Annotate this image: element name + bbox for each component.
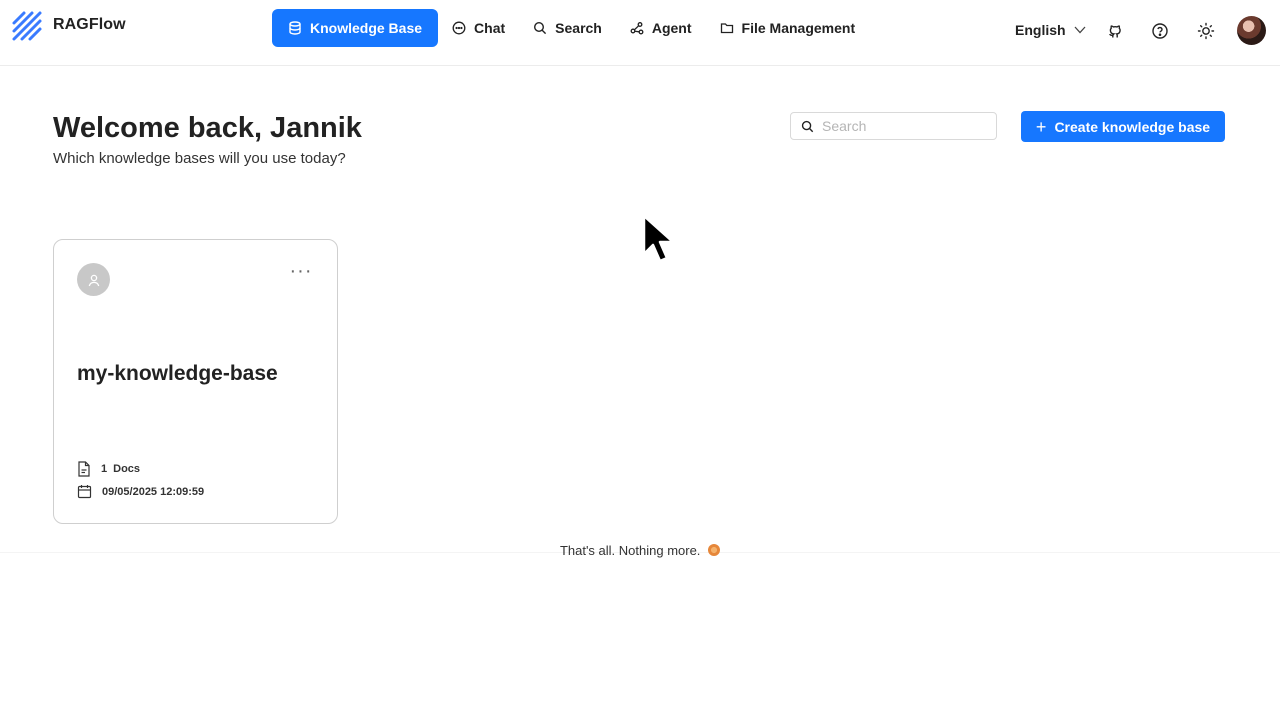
- mouse-cursor-icon: [642, 214, 675, 263]
- user-avatar[interactable]: [1237, 16, 1266, 45]
- nav-label: Agent: [651, 20, 692, 36]
- created-date-value: 09/05/2025 12:09:59: [102, 485, 205, 498]
- main-nav: Knowledge Base Chat Search Agent File Ma…: [272, 9, 869, 47]
- folder-icon: [720, 23, 733, 34]
- nav-chat[interactable]: Chat: [438, 9, 519, 47]
- knowledge-base-card[interactable]: ··· my-knowledge-base 1 Docs 09/05/2025 …: [53, 239, 338, 524]
- create-button-label: Create knowledge base: [1054, 118, 1211, 135]
- list-end-text: That's all. Nothing more.: [559, 543, 701, 558]
- ragflow-logo-icon: [12, 11, 42, 41]
- nav-label: Knowledge Base: [310, 20, 423, 36]
- knowledge-base-search[interactable]: [790, 112, 997, 140]
- theme-sun-icon[interactable]: [1197, 22, 1215, 40]
- nav-label: Chat: [474, 20, 506, 36]
- user-icon: [88, 274, 99, 286]
- app-name: RAGFlow: [53, 16, 126, 33]
- search-icon: [534, 21, 547, 35]
- language-selector[interactable]: English: [1015, 22, 1086, 38]
- nav-label: File Management: [741, 20, 856, 36]
- knowledge-base-title: my-knowledge-base: [77, 362, 278, 385]
- document-icon: [78, 461, 90, 477]
- cookie-emoji-icon: [708, 544, 721, 556]
- language-label: English: [1015, 22, 1066, 38]
- github-icon[interactable]: [1106, 22, 1124, 40]
- nav-file-management[interactable]: File Management: [706, 9, 870, 47]
- help-icon[interactable]: [1151, 22, 1169, 40]
- page-title: Welcome back, Jannik: [53, 112, 362, 144]
- docs-count-label: Docs: [113, 463, 141, 475]
- created-date: 09/05/2025 12:09:59: [77, 484, 204, 499]
- create-knowledge-base-button[interactable]: + Create knowledge base: [1021, 111, 1225, 142]
- list-end-note: That's all. Nothing more.: [0, 543, 1280, 558]
- more-options-icon[interactable]: ···: [287, 261, 315, 284]
- chat-bubble-icon: [452, 21, 466, 35]
- database-icon: [289, 21, 301, 35]
- calendar-icon: [77, 485, 92, 499]
- page-subtitle: Which knowledge bases will you use today…: [53, 150, 346, 167]
- chevron-down-icon: [1074, 26, 1086, 34]
- search-input[interactable]: [820, 117, 984, 135]
- agent-graph-icon: [630, 22, 644, 35]
- nav-agent[interactable]: Agent: [616, 9, 706, 47]
- nav-label: Search: [555, 20, 602, 36]
- top-header: RAGFlow Knowledge Base Chat Search Agent…: [0, 0, 1280, 66]
- knowledge-base-avatar: [77, 263, 110, 296]
- docs-count-value: 1: [101, 463, 108, 475]
- plus-icon: +: [1035, 116, 1047, 137]
- nav-search[interactable]: Search: [519, 9, 616, 47]
- nav-knowledge-base[interactable]: Knowledge Base: [272, 9, 439, 47]
- search-icon: [801, 120, 814, 132]
- docs-count: 1 Docs: [77, 461, 140, 477]
